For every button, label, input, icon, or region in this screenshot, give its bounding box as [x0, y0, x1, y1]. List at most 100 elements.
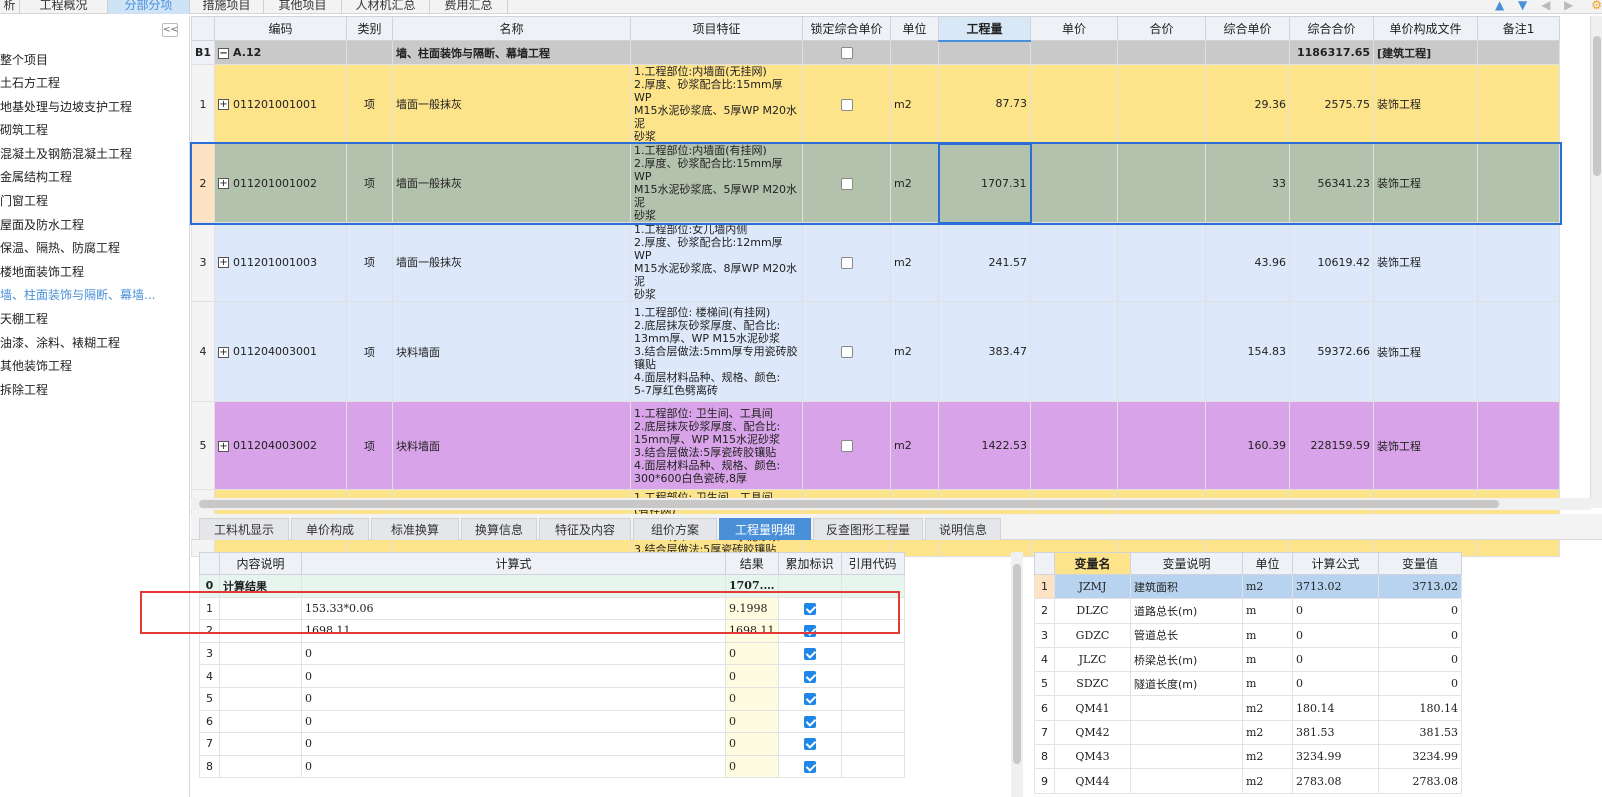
item-amount[interactable] [1117, 64, 1207, 144]
calc-result[interactable]: 0 [725, 641, 779, 666]
variable-row[interactable]: 6 QM41 m2 180.14 180.14 [1034, 695, 1462, 721]
item-unit[interactable]: m2 [890, 222, 940, 302]
item-code[interactable]: +011201001002 [214, 143, 348, 223]
column-header[interactable]: 综合合价 [1289, 16, 1375, 41]
detail-tab[interactable]: 工程量明细 [719, 518, 811, 540]
detail-tab[interactable]: 换算信息 [461, 518, 537, 540]
column-header[interactable]: 单价 [1030, 16, 1119, 41]
calc-row-number[interactable]: 4 [199, 664, 220, 688]
lock-checkbox[interactable] [840, 256, 853, 269]
arrow-right-icon[interactable]: ▶ [1564, 0, 1573, 12]
var-value[interactable]: 0 [1378, 646, 1462, 673]
item-note[interactable] [1477, 64, 1561, 144]
top-tab-fees[interactable]: 费用汇总 [430, 0, 508, 14]
item-amount[interactable] [1117, 401, 1207, 490]
detail-tab[interactable]: 标准换算 [371, 518, 459, 540]
top-tab-analysis[interactable]: 析 [0, 0, 20, 14]
scroll-thumb[interactable] [1593, 36, 1601, 176]
item-price[interactable] [1030, 301, 1119, 402]
column-header[interactable]: 项目特征 [630, 16, 804, 41]
expand-icon[interactable]: + [218, 178, 230, 189]
calc-column-header[interactable]: 累加标识 [777, 552, 842, 575]
item-name[interactable]: 墙面一般抹灰 [392, 143, 632, 223]
item-price[interactable] [1030, 143, 1119, 223]
item-code[interactable]: +011201001001 [214, 64, 348, 144]
item-unit-price[interactable]: 33 [1205, 143, 1291, 223]
column-header[interactable]: 名称 [392, 16, 632, 41]
top-tab-measures[interactable]: 措施项目 [190, 0, 264, 14]
item-unit[interactable]: m2 [890, 143, 940, 223]
var-name[interactable]: QM43 [1054, 744, 1131, 770]
tree-root[interactable]: 整个项目 [0, 51, 48, 69]
calc-vertical-scrollbar[interactable] [1011, 552, 1023, 797]
calc-expression[interactable]: 0 [301, 664, 726, 688]
item-unit-price[interactable]: 154.83 [1205, 301, 1291, 402]
item-feature[interactable]: 1.工程部位:内墙面(无挂网) 2.厚度、砂浆配合比:15mm厚WP M15水泥… [630, 64, 804, 144]
item-amount[interactable] [1117, 222, 1207, 302]
var-formula[interactable]: 3713.02 [1292, 573, 1379, 600]
var-formula[interactable]: 180.14 [1292, 695, 1379, 721]
arrow-left-icon[interactable]: ◀ [1541, 0, 1550, 12]
var-unit[interactable]: m2 [1242, 719, 1293, 746]
reference-code[interactable] [840, 641, 905, 666]
calc-row-number[interactable]: 3 [199, 641, 220, 666]
var-description[interactable] [1130, 695, 1243, 721]
var-name[interactable]: QM44 [1054, 768, 1131, 794]
accumulate-cell[interactable] [777, 754, 842, 779]
settings-icon[interactable]: ⚙ [1591, 0, 1602, 12]
item-amount[interactable] [1117, 143, 1207, 223]
accumulate-cell[interactable] [777, 732, 842, 756]
variable-row[interactable]: 3 GDZC 管道总长 m 0 0 [1034, 622, 1462, 648]
column-header[interactable]: 类别 [346, 16, 394, 41]
var-value[interactable]: 0 [1378, 671, 1462, 697]
tree-item[interactable]: 拆除工程 [0, 381, 48, 399]
section-code-cell[interactable]: − A.12 [214, 40, 348, 65]
item-feature[interactable]: 1.工程部位:女儿墙内侧 2.厚度、砂浆配合比:12mm厚WP M15水泥砂浆底… [630, 222, 804, 302]
var-unit[interactable]: m2 [1242, 768, 1293, 794]
var-description[interactable] [1130, 768, 1243, 794]
var-name[interactable]: GDZC [1054, 622, 1131, 648]
accumulate-checkbox[interactable] [803, 738, 816, 751]
var-row-number[interactable]: 6 [1034, 695, 1055, 721]
item-name[interactable]: 块料墙面 [392, 301, 632, 402]
column-header[interactable]: 工程量 [938, 16, 1032, 42]
calc-column-header[interactable]: 内容说明 [219, 552, 302, 575]
top-tab-materials[interactable]: 人材机汇总 [342, 0, 430, 14]
calc-column-header[interactable]: 结果 [725, 552, 779, 575]
item-amount[interactable] [1117, 301, 1207, 402]
tree-item[interactable]: 天棚工程 [0, 310, 48, 328]
item-total[interactable]: 59372.66 [1289, 301, 1375, 402]
calc-row[interactable]: 3 00 [199, 641, 905, 666]
calc-expression[interactable]: 0 [301, 641, 726, 666]
item-code[interactable]: +011204003002 [214, 401, 348, 490]
var-description[interactable]: 桥梁总长(m) [1130, 646, 1243, 673]
vars-column-header[interactable] [1034, 552, 1055, 575]
var-unit[interactable]: m [1242, 598, 1293, 624]
item-unit[interactable]: m2 [890, 401, 940, 490]
section-row[interactable]: B1 − A.12 墙、柱面装饰与隔断、幕墙工程 1186317.65 [建筑工程… [190, 40, 1561, 65]
calc-expression[interactable]: 0 [301, 709, 726, 734]
calc-result[interactable]: 0 [725, 709, 779, 734]
accumulate-checkbox[interactable] [803, 693, 816, 706]
column-header[interactable]: 锁定综合单价 [802, 16, 892, 41]
item-unit[interactable]: m2 [890, 301, 940, 402]
tree-item[interactable]: 屋面及防水工程 [0, 216, 84, 234]
expand-icon[interactable]: + [218, 257, 230, 268]
accumulate-checkbox[interactable] [803, 715, 816, 728]
item-row[interactable]: 4 +011204003001 项块料墙面 1.工程部位: 楼梯间(有挂网) 2.底层… [190, 301, 1561, 402]
lock-cell[interactable] [802, 222, 892, 302]
var-formula[interactable]: 3234.99 [1292, 744, 1379, 770]
tree-item[interactable]: 其他装饰工程 [0, 357, 72, 375]
detail-tab[interactable]: 组价方案 [633, 518, 717, 540]
reference-code[interactable] [840, 732, 905, 756]
item-quantity[interactable]: 87.73 [938, 64, 1032, 144]
detail-tab[interactable]: 说明信息 [925, 518, 1001, 540]
tree-item[interactable]: 楼地面装饰工程 [0, 263, 84, 281]
vars-column-header[interactable]: 变量名 [1054, 552, 1131, 575]
calc-row-number[interactable]: 7 [199, 732, 220, 756]
var-formula[interactable]: 381.53 [1292, 719, 1379, 746]
var-value[interactable]: 0 [1378, 622, 1462, 648]
tree-item[interactable]: 砌筑工程 [0, 121, 48, 139]
tree-item[interactable]: 保温、隔热、防腐工程 [0, 239, 120, 257]
item-feature[interactable]: 1.工程部位: 楼梯间(有挂网) 2.底层抹灰砂浆厚度、配合比: 13mm厚、W… [630, 301, 804, 402]
